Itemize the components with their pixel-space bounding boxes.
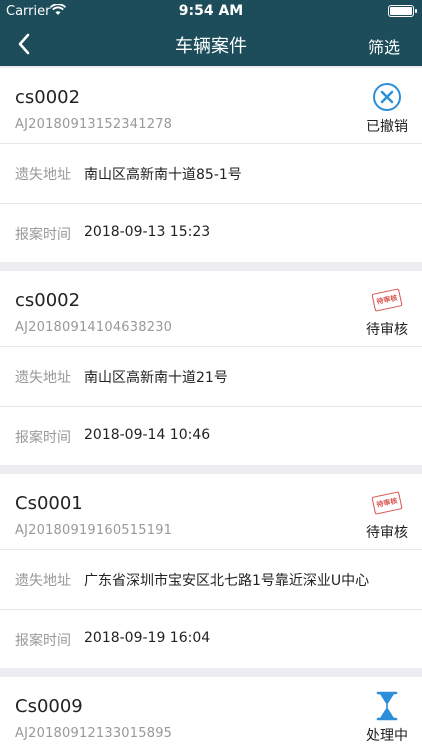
address-value: 南山区高新南十道85-1号 [84, 167, 242, 183]
header: Carrier 9:54 AM 车辆案件 筛选 [0, 0, 422, 66]
cancel-circle-icon [372, 82, 402, 112]
address-value: 南山区高新南十道21号 [84, 370, 228, 386]
report-time-value: 2018-09-13 15:23 [84, 224, 211, 240]
case-number: AJ20180913152341278 [15, 117, 173, 132]
case-card-header: cs0002 AJ20180913152341278 已撤销 [0, 68, 422, 144]
address-row: 遗失地址 南山区高新南十道21号 [0, 347, 422, 406]
report-time-value: 2018-09-19 16:04 [84, 630, 211, 646]
hourglass-icon [372, 691, 402, 721]
clock: 9:54 AM [178, 3, 244, 19]
address-row: 遗失地址 南山区高新南十道85-1号 [0, 144, 422, 203]
case-card-header: Cs0001 AJ20180919160515191 待审核 待审核 [0, 474, 422, 550]
status-label: 待审核 [366, 525, 408, 541]
report-time-value: 2018-09-14 10:46 [84, 427, 211, 443]
status-label: 待审核 [366, 322, 408, 338]
navigation-bar: 车辆案件 筛选 [0, 22, 422, 66]
report-time-row: 报案时间 2018-09-14 10:46 [0, 406, 422, 465]
case-card-header: cs0002 AJ20180914104638230 待审核 待审核 [0, 271, 422, 347]
report-time-row: 报案时间 2018-09-13 15:23 [0, 203, 422, 262]
case-name: cs0002 [15, 87, 81, 108]
pending-stamp-icon: 待审核 [371, 285, 403, 315]
status-bar: Carrier 9:54 AM [0, 0, 422, 22]
case-card[interactable]: Cs0009 AJ20180912133015895 处理中 [0, 677, 422, 750]
address-label: 遗失地址 [15, 167, 71, 183]
report-time-label: 报案时间 [15, 633, 71, 649]
status-label: 已撤销 [366, 119, 408, 135]
case-number: AJ20180912133015895 [15, 726, 173, 741]
case-card[interactable]: cs0002 AJ20180913152341278 已撤销 遗失地址 南山区高… [0, 68, 422, 262]
case-card[interactable]: cs0002 AJ20180914104638230 待审核 待审核 遗失地址 … [0, 271, 422, 465]
report-time-row: 报案时间 2018-09-19 16:04 [0, 609, 422, 668]
case-number: AJ20180919160515191 [15, 523, 173, 538]
case-card-header: Cs0009 AJ20180912133015895 处理中 [0, 677, 422, 750]
filter-button[interactable]: 筛选 [368, 34, 400, 58]
address-value: 广东省深圳市宝安区北七路1号靠近深业U中心 [84, 573, 370, 589]
address-label: 遗失地址 [15, 370, 71, 386]
case-name: Cs0001 [15, 493, 83, 514]
report-time-label: 报案时间 [15, 227, 71, 243]
case-name: cs0002 [15, 290, 81, 311]
address-row: 遗失地址 广东省深圳市宝安区北七路1号靠近深业U中心 [0, 550, 422, 609]
report-time-label: 报案时间 [15, 430, 71, 446]
status-label: 处理中 [366, 728, 408, 744]
battery-icon [388, 5, 417, 17]
case-name: Cs0009 [15, 696, 83, 717]
case-card[interactable]: Cs0001 AJ20180919160515191 待审核 待审核 遗失地址 … [0, 474, 422, 668]
address-label: 遗失地址 [15, 573, 71, 589]
pending-stamp-icon: 待审核 [371, 488, 403, 518]
page-title: 车辆案件 [175, 36, 247, 57]
case-number: AJ20180914104638230 [15, 320, 173, 335]
